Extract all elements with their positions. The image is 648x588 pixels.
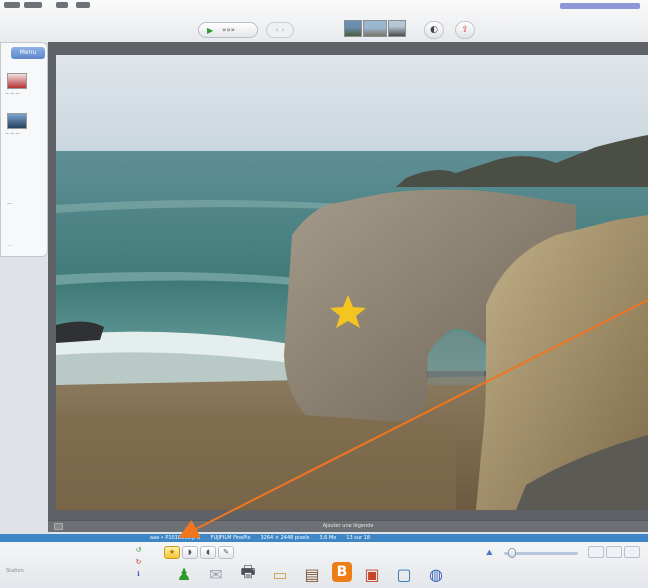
photo-export-icon[interactable]: ▣: [360, 562, 384, 586]
film-icon[interactable]: ▤: [300, 562, 324, 586]
zoom-slider[interactable]: ⛰: [486, 548, 582, 558]
side-panel: Menu — — — — — — — —: [0, 42, 48, 257]
action-row: ♟ ✉ 🖶 ▭ ▤ B ▣ ▢ ◍: [172, 562, 448, 586]
zoom-icon: ⛰: [486, 548, 493, 557]
zoom-knob[interactable]: [508, 548, 516, 558]
globe-icon[interactable]: ◍: [424, 562, 448, 586]
view-mode-buttons: [588, 546, 640, 558]
bottom-toolbar: Station ↺ ↻ ℹ ★ ◗ ◖ ✎ ♟ ✉ 🖶 ▭ ▤ B ▣ ▢ ◍ ⛰: [0, 542, 648, 588]
printer-icon[interactable]: 🖶: [236, 562, 260, 586]
blogger-icon[interactable]: B: [332, 562, 352, 582]
side-muted-text: —: [7, 243, 12, 249]
caption-placeholder: Ajouter une légende: [322, 523, 374, 529]
thumbnail[interactable]: [388, 20, 406, 37]
side-item-effects[interactable]: — — —: [5, 73, 27, 96]
menu-item-view[interactable]: [56, 2, 68, 8]
thumbnail[interactable]: [363, 20, 387, 37]
folder-icon[interactable]: ▭: [268, 562, 292, 586]
screen-icon[interactable]: ▢: [392, 562, 416, 586]
coastal-arch-photo: [56, 55, 648, 510]
slideshow-label: »»»: [222, 26, 236, 34]
edit-button-group: ★ ◗ ◖ ✎: [164, 546, 234, 559]
fullscreen-button[interactable]: [624, 546, 640, 558]
info-icon[interactable]: ℹ: [134, 570, 143, 579]
actual-size-button[interactable]: [606, 546, 622, 558]
green-figure-icon[interactable]: ♟: [172, 562, 196, 586]
account-link[interactable]: [560, 3, 640, 9]
envelope-icon[interactable]: ✉: [204, 562, 228, 586]
menu-item-file[interactable]: [4, 2, 20, 8]
status-filesize: 3,6 Mo: [319, 535, 337, 541]
thumbnail-strip: [344, 20, 406, 37]
side-item-tools[interactable]: — — —: [5, 113, 27, 136]
bottom-left-label: Station: [6, 568, 24, 574]
menu-item-help[interactable]: [76, 2, 90, 8]
side-item-label: — — —: [5, 91, 20, 96]
rotate-view-button[interactable]: ◐: [424, 21, 444, 39]
fit-view-button[interactable]: [588, 546, 604, 558]
play-icon: ▶: [207, 25, 214, 35]
thumbnail[interactable]: [344, 20, 362, 37]
caption-bar[interactable]: Ajouter une légende: [48, 520, 648, 532]
status-folder: aaa • P1010555.JPG: [150, 535, 201, 541]
upload-button[interactable]: ⇪: [455, 21, 475, 39]
status-dimensions: 3264 × 2448 pixels: [260, 535, 310, 541]
rotate-cw-button[interactable]: ◖: [200, 546, 216, 559]
landscape-icon: [7, 113, 27, 129]
edit-button[interactable]: ✎: [218, 546, 234, 559]
caption-toggle-button[interactable]: [54, 523, 63, 530]
rotate-left-icon[interactable]: ↺: [134, 546, 143, 555]
photo[interactable]: [56, 55, 648, 510]
slideshow-button[interactable]: ▶ »»»: [198, 22, 258, 38]
prev-next-button[interactable]: ‹ ›: [266, 22, 294, 38]
status-bar: aaa • P1010555.JPG FUJIFILM FinePix 3264…: [0, 534, 648, 542]
side-link[interactable]: —: [7, 201, 12, 207]
menu-item-edit[interactable]: [24, 2, 42, 8]
rotate-controls: ↺ ↻ ℹ: [134, 546, 146, 582]
star-button[interactable]: ★: [164, 546, 180, 559]
status-camera: FUJIFILM FinePix: [210, 535, 251, 541]
status-position: 13 sur 18: [346, 535, 371, 541]
side-item-label: — — —: [5, 131, 20, 136]
red-eye-icon: [7, 73, 27, 89]
top-toolbar: ▶ »»» ‹ › ◐ ⇪: [0, 0, 648, 44]
side-tab-menu[interactable]: Menu: [11, 47, 45, 59]
rotate-ccw-button[interactable]: ◗: [182, 546, 198, 559]
rotate-right-icon[interactable]: ↻: [134, 558, 143, 567]
